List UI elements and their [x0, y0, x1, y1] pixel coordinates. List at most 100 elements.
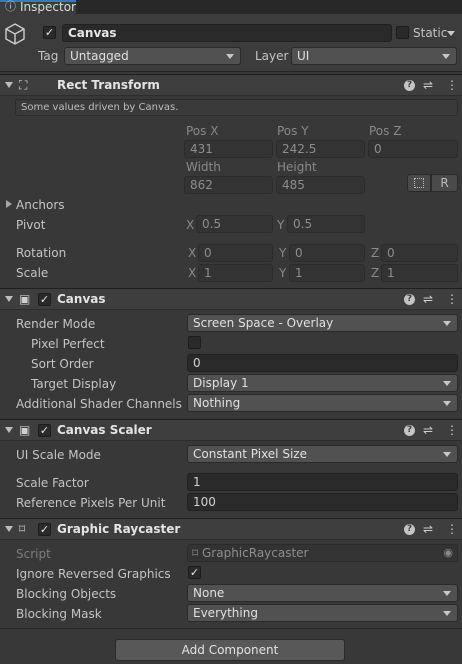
fold-triangle-icon[interactable] — [5, 427, 13, 433]
graphic-raycaster-title: Graphic Raycaster — [57, 522, 181, 536]
rot-z-field[interactable]: 0 — [381, 244, 458, 262]
static-label: Static — [413, 26, 448, 40]
render-mode-dropdown[interactable]: Screen Space - Overlay — [187, 314, 458, 332]
fold-triangle-icon[interactable] — [5, 526, 13, 532]
chevron-down-icon — [443, 401, 451, 406]
pixel-perfect-checkbox[interactable] — [188, 336, 201, 349]
static-checkbox[interactable] — [396, 26, 409, 39]
script-label: Script — [16, 547, 51, 561]
cube-icon — [4, 22, 26, 49]
pos-y-field[interactable]: 242.5 — [276, 140, 365, 158]
canvas-enabled-checkbox[interactable]: ✓ — [38, 293, 51, 306]
add-component-button[interactable]: Add Component — [115, 639, 345, 661]
ignore-reversed-label: Ignore Reversed Graphics — [16, 567, 171, 581]
script-file-icon: ⌑ — [192, 546, 199, 560]
blocking-mask-value: Everything — [193, 606, 258, 620]
anchors-label[interactable]: Anchors — [16, 198, 65, 212]
layer-dropdown[interactable]: UI — [291, 47, 457, 65]
target-display-dropdown[interactable]: Display 1 — [187, 374, 458, 392]
more-icon[interactable]: ⋮ — [446, 78, 458, 92]
more-icon[interactable]: ⋮ — [446, 292, 458, 306]
help-icon[interactable]: ? — [404, 294, 415, 305]
canvas-scaler-icon: ▣ — [19, 423, 31, 437]
help-icon[interactable]: ? — [404, 524, 415, 535]
canvas-scaler-header[interactable]: ▣ ✓ Canvas Scaler ? ⇌ ⋮ — [0, 419, 462, 441]
rect-transform-header[interactable]: ⛶ Rect Transform ? ⇌ ⋮ — [0, 74, 462, 96]
presets-icon[interactable]: ⇌ — [423, 292, 433, 306]
add-component-label: Add Component — [181, 643, 279, 657]
chevron-down-icon — [443, 611, 451, 616]
script-field[interactable]: ⌑ GraphicRaycaster ◉ — [187, 544, 458, 562]
layer-value: UI — [297, 49, 310, 63]
help-icon[interactable]: ? — [404, 425, 415, 436]
presets-icon[interactable]: ⇌ — [423, 78, 433, 92]
tab-inspector[interactable]: ⓘ Inspector — [0, 0, 76, 14]
chevron-down-icon — [443, 591, 451, 596]
ui-scale-mode-dropdown[interactable]: Constant Pixel Size — [187, 445, 458, 463]
scale-x-field[interactable]: 1 — [198, 264, 273, 282]
rot-x-field[interactable]: 0 — [198, 244, 273, 262]
scale-z-field[interactable]: 1 — [381, 264, 458, 282]
gameobject-active-checkbox[interactable]: ✓ — [43, 26, 56, 39]
pivot-x-field[interactable]: 0.5 — [196, 215, 273, 233]
pivot-y-field[interactable]: 0.5 — [287, 215, 365, 233]
width-field[interactable]: 862 — [184, 176, 273, 194]
blocking-mask-label: Blocking Mask — [16, 607, 102, 621]
sort-order-field[interactable]: 0 — [187, 354, 458, 372]
rect-transform-icon: ⛶ — [19, 78, 28, 92]
scale-z-axis: Z — [371, 266, 380, 280]
blocking-mask-dropdown[interactable]: Everything — [187, 604, 458, 622]
pos-y-label: Pos Y — [277, 124, 309, 138]
target-display-label: Target Display — [31, 377, 117, 391]
anchors-fold-icon[interactable] — [6, 200, 12, 208]
canvas-scaler-enabled-checkbox[interactable]: ✓ — [38, 424, 51, 437]
fold-triangle-icon[interactable] — [5, 296, 13, 302]
more-icon[interactable]: ⋮ — [446, 423, 458, 437]
ignore-reversed-checkbox[interactable]: ✓ — [188, 566, 201, 579]
render-mode-label: Render Mode — [16, 317, 96, 331]
blocking-objects-dropdown[interactable]: None — [187, 584, 458, 602]
scale-y-field[interactable]: 1 — [289, 264, 365, 282]
raycaster-icon: ⌑ — [19, 522, 26, 536]
graphic-raycaster-header[interactable]: ⌑ ✓ Graphic Raycaster ? ⇌ ⋮ — [0, 518, 462, 540]
pos-x-field[interactable]: 431 — [184, 140, 273, 158]
ui-scale-mode-label: UI Scale Mode — [16, 448, 101, 462]
tag-label: Tag — [38, 49, 59, 63]
pos-x-label: Pos X — [186, 124, 219, 138]
graphic-raycaster-enabled-checkbox[interactable]: ✓ — [38, 523, 51, 536]
blocking-objects-value: None — [193, 586, 225, 600]
scale-factor-label: Scale Factor — [16, 476, 89, 490]
chevron-down-icon — [443, 381, 451, 386]
chevron-down-icon — [443, 452, 451, 457]
pos-z-field[interactable]: 0 — [368, 140, 458, 158]
rect-transform-title: Rect Transform — [57, 78, 160, 92]
scale-x-axis: X — [188, 266, 197, 280]
height-field[interactable]: 485 — [276, 176, 365, 194]
more-icon[interactable]: ⋮ — [446, 522, 458, 536]
dotted-square-icon — [414, 178, 424, 188]
shader-channels-dropdown[interactable]: Nothing — [187, 394, 458, 412]
fold-triangle-icon[interactable] — [5, 82, 13, 88]
rotation-label: Rotation — [16, 246, 67, 260]
canvas-scaler-title: Canvas Scaler — [57, 423, 152, 437]
driven-note-text: Some values driven by Canvas. — [21, 102, 179, 113]
ref-ppu-field[interactable]: 100 — [187, 493, 458, 511]
scale-factor-field[interactable]: 1 — [187, 473, 458, 491]
pixel-perfect-label: Pixel Perfect — [31, 337, 105, 351]
tag-dropdown[interactable]: Untagged — [64, 47, 241, 65]
help-icon[interactable]: ? — [404, 80, 415, 91]
raw-edit-button[interactable]: R — [431, 174, 458, 192]
rot-y-field[interactable]: 0 — [289, 244, 365, 262]
blueprint-mode-button[interactable] — [407, 174, 431, 192]
driven-note: Some values driven by Canvas. — [15, 99, 458, 116]
render-mode-value: Screen Space - Overlay — [193, 316, 334, 330]
presets-icon[interactable]: ⇌ — [423, 423, 433, 437]
presets-icon[interactable]: ⇌ — [423, 522, 433, 536]
layer-label: Layer — [255, 49, 289, 63]
static-dropdown-arrow[interactable] — [447, 31, 455, 36]
gameobject-name-field[interactable]: Canvas — [62, 24, 392, 42]
pos-z-label: Pos Z — [369, 124, 402, 138]
divider — [0, 628, 462, 629]
object-picker-icon[interactable]: ◉ — [443, 546, 453, 560]
canvas-header[interactable]: ▣ ✓ Canvas ? ⇌ ⋮ — [0, 288, 462, 310]
